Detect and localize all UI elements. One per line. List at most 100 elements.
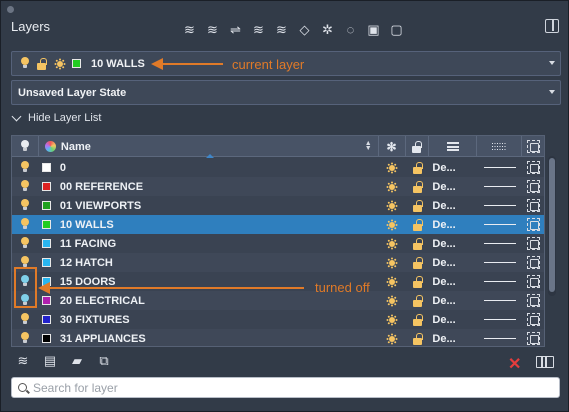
lineweight-cell[interactable] [477, 215, 522, 234]
layer-color-swatch[interactable] [41, 182, 51, 191]
header-linetype[interactable] [429, 136, 478, 157]
plot-toggle[interactable] [522, 310, 544, 329]
layer-name-cell[interactable]: 31 APPLIANCES [39, 329, 379, 346]
freeze-toggle[interactable] [379, 272, 406, 291]
layer-name-cell[interactable]: 11 FACING [39, 234, 379, 253]
lock-toggle[interactable] [406, 234, 430, 253]
new-layer-icon[interactable]: ≋ [15, 353, 31, 369]
freeze-toggle[interactable] [379, 253, 406, 272]
off-icon[interactable]: ◌ [342, 21, 359, 38]
header-freeze[interactable]: ✻ [379, 136, 406, 157]
linetype-cell[interactable]: De... [429, 234, 477, 253]
lock-icon[interactable]: ▣ [365, 21, 382, 38]
lineweight-cell[interactable] [477, 291, 522, 310]
on-toggle[interactable] [12, 329, 39, 346]
search-input[interactable] [33, 380, 533, 395]
lock-toggle[interactable] [406, 177, 430, 196]
lineweight-cell[interactable] [477, 310, 522, 329]
header-plot[interactable] [522, 136, 544, 157]
property-filter-icon[interactable]: ⧉ [96, 353, 112, 369]
layer-color-swatch[interactable] [41, 315, 51, 324]
layer-state-dropdown[interactable]: Unsaved Layer State [11, 80, 561, 105]
linetype-cell[interactable]: De... [429, 291, 477, 310]
layer-color-swatch[interactable] [41, 334, 51, 343]
plot-toggle[interactable] [522, 177, 544, 196]
lock-toggle[interactable] [406, 272, 430, 291]
table-row[interactable]: 11 FACING De... [12, 234, 544, 253]
on-toggle[interactable] [12, 215, 39, 234]
scrollbar[interactable] [548, 156, 556, 296]
layer-color-swatch[interactable] [41, 220, 51, 229]
lock-toggle[interactable] [406, 253, 430, 272]
freeze-toggle[interactable] [379, 329, 406, 346]
lock-toggle[interactable] [406, 215, 430, 234]
on-toggle[interactable] [12, 177, 39, 196]
freeze-icon[interactable]: ✲ [319, 21, 336, 38]
lineweight-cell[interactable] [477, 272, 522, 291]
freeze-toggle[interactable] [379, 291, 406, 310]
layer-color-swatch[interactable] [41, 296, 51, 305]
layer-name-cell[interactable]: 12 HATCH [39, 253, 379, 272]
on-toggle[interactable] [12, 234, 39, 253]
lock-toggle[interactable] [406, 310, 430, 329]
lineweight-cell[interactable] [477, 253, 522, 272]
header-lineweight[interactable] [477, 136, 523, 157]
scrollbar-thumb[interactable] [549, 158, 555, 292]
table-row[interactable]: 0 De... [12, 158, 544, 177]
new-group-filter-icon[interactable]: ▤ [42, 353, 58, 369]
layer-name-cell[interactable]: 10 WALLS [39, 215, 379, 234]
layer-color-swatch[interactable] [41, 258, 51, 267]
folder-icon[interactable]: ▰ [69, 353, 85, 369]
lineweight-cell[interactable] [477, 196, 522, 215]
layer-color-swatch[interactable] [41, 239, 51, 248]
plot-toggle[interactable] [522, 234, 544, 253]
freeze-toggle[interactable] [379, 158, 406, 177]
on-toggle[interactable] [12, 310, 39, 329]
linetype-cell[interactable]: De... [429, 215, 477, 234]
search-box[interactable] [11, 377, 560, 398]
plot-toggle[interactable] [522, 196, 544, 215]
freeze-toggle[interactable] [379, 234, 406, 253]
new-layer-vp-frozen-icon[interactable]: ≋ [204, 21, 221, 38]
layer-name-cell[interactable]: 01 VIEWPORTS [39, 196, 379, 215]
plot-toggle[interactable] [522, 215, 544, 234]
on-toggle[interactable] [12, 196, 39, 215]
table-row[interactable]: 12 HATCH De... [12, 253, 544, 272]
linetype-cell[interactable]: De... [429, 310, 477, 329]
table-row[interactable]: 20 ELECTRICAL De... [12, 291, 544, 310]
layer-walk-icon[interactable]: ≋ [273, 21, 290, 38]
table-row[interactable]: 00 REFERENCE De... [12, 177, 544, 196]
dock-panel-icon[interactable] [545, 19, 559, 33]
columns-icon[interactable] [536, 356, 554, 368]
header-on[interactable] [12, 136, 39, 157]
unlock-icon[interactable]: ▢ [388, 21, 405, 38]
delete-icon[interactable]: ✕ [508, 354, 521, 374]
lock-toggle[interactable] [406, 158, 430, 177]
lock-toggle[interactable] [406, 329, 430, 346]
lock-toggle[interactable] [406, 291, 430, 310]
freeze-toggle[interactable] [379, 215, 406, 234]
linetype-cell[interactable]: De... [429, 158, 477, 177]
on-toggle[interactable] [12, 158, 39, 177]
isolate-icon[interactable]: ◇ [296, 21, 313, 38]
freeze-toggle[interactable] [379, 177, 406, 196]
hide-layer-list-toggle[interactable]: Hide Layer List [11, 111, 101, 124]
lineweight-cell[interactable] [477, 158, 522, 177]
linetype-cell[interactable]: De... [429, 177, 477, 196]
table-row[interactable]: 01 VIEWPORTS De... [12, 196, 544, 215]
freeze-toggle[interactable] [379, 196, 406, 215]
table-row[interactable]: 31 APPLIANCES De... [12, 329, 544, 346]
linetype-cell[interactable]: De... [429, 196, 477, 215]
freeze-toggle[interactable] [379, 310, 406, 329]
table-row[interactable]: 10 WALLS De... [12, 215, 544, 234]
layer-name-cell[interactable]: 30 FIXTURES [39, 310, 379, 329]
table-row[interactable]: 30 FIXTURES De... [12, 310, 544, 329]
lock-toggle[interactable] [406, 196, 430, 215]
plot-toggle[interactable] [522, 329, 544, 346]
new-layer-icon[interactable]: ≋ [181, 21, 198, 38]
layer-name-cell[interactable]: 00 REFERENCE [39, 177, 379, 196]
plot-toggle[interactable] [522, 291, 544, 310]
layer-color-swatch[interactable] [41, 201, 51, 210]
lineweight-cell[interactable] [477, 234, 522, 253]
plot-toggle[interactable] [522, 272, 544, 291]
